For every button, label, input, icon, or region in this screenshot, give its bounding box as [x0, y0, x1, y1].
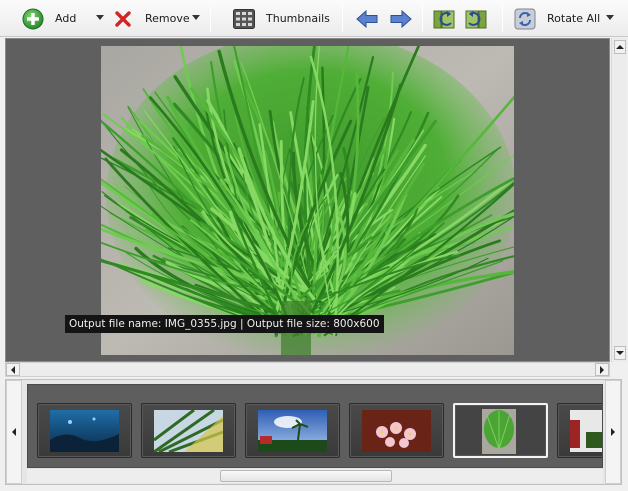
arrow-right-icon [390, 9, 412, 28]
toolbar: Add Remove Thumbnails Rotate All [0, 0, 628, 37]
thumbnails-grid-icon [233, 8, 255, 29]
viewer-vertical-scrollbar[interactable] [611, 38, 627, 362]
filmstrip-panel [5, 379, 622, 485]
remove-icon [115, 10, 131, 27]
thumbnail-image [482, 409, 516, 454]
rotate-left-icon [433, 10, 455, 28]
rotate-all-dropdown-arrow-icon[interactable] [606, 15, 614, 20]
previous-button[interactable] [356, 5, 378, 32]
remove-label: Remove [145, 12, 190, 25]
thumbnail-4[interactable] [349, 403, 444, 458]
filmstrip-scrollbar[interactable] [27, 469, 603, 483]
thumbnail-image [362, 410, 431, 452]
filmstrip-next-button[interactable] [605, 380, 621, 484]
rotate-right-icon [465, 10, 487, 28]
thumbnail-2[interactable] [141, 403, 236, 458]
preview-image [101, 46, 514, 355]
thumbnails-button[interactable]: Thumbnails [233, 5, 330, 32]
add-dropdown-arrow-icon[interactable] [96, 15, 104, 20]
rotate-all-label: Rotate All [547, 12, 601, 25]
next-button[interactable] [390, 5, 412, 32]
viewer-horizontal-scrollbar[interactable] [5, 362, 610, 377]
rotate-left-button[interactable] [433, 5, 455, 32]
thumbnail-6[interactable] [557, 403, 602, 458]
add-label: Add [55, 12, 77, 25]
filmstrip-scroll-thumb[interactable] [220, 470, 392, 482]
filmstrip-prev-button[interactable] [6, 380, 22, 484]
thumbnail-3[interactable] [245, 403, 340, 458]
thumbnail-image [154, 410, 223, 452]
rotate-all-icon [514, 8, 536, 29]
thumbnail-image [50, 410, 119, 452]
thumbnail-5-selected[interactable] [453, 403, 548, 458]
thumbnails-label: Thumbnails [266, 12, 330, 25]
thumbnail-image [258, 410, 327, 452]
output-info-caption: Output file name: IMG_0355.jpg | Output … [65, 315, 384, 333]
remove-button[interactable]: Remove [114, 5, 190, 32]
rotate-all-button[interactable]: Rotate All [514, 5, 600, 32]
arrow-left-icon [356, 9, 378, 28]
image-viewer[interactable]: Output file name: IMG_0355.jpg | Output … [5, 38, 610, 362]
plant-photo [101, 46, 514, 355]
remove-dropdown-arrow-icon[interactable] [192, 15, 200, 20]
scroll-right-button[interactable] [595, 363, 609, 376]
thumbnail-image [570, 410, 602, 452]
add-icon [22, 8, 44, 29]
scroll-up-button[interactable] [614, 40, 626, 54]
rotate-right-button[interactable] [465, 5, 487, 32]
filmstrip [27, 384, 603, 468]
thumbnail-1[interactable] [37, 403, 132, 458]
scroll-left-button[interactable] [6, 363, 20, 376]
add-button[interactable]: Add [22, 5, 76, 32]
scroll-down-button[interactable] [614, 346, 626, 360]
